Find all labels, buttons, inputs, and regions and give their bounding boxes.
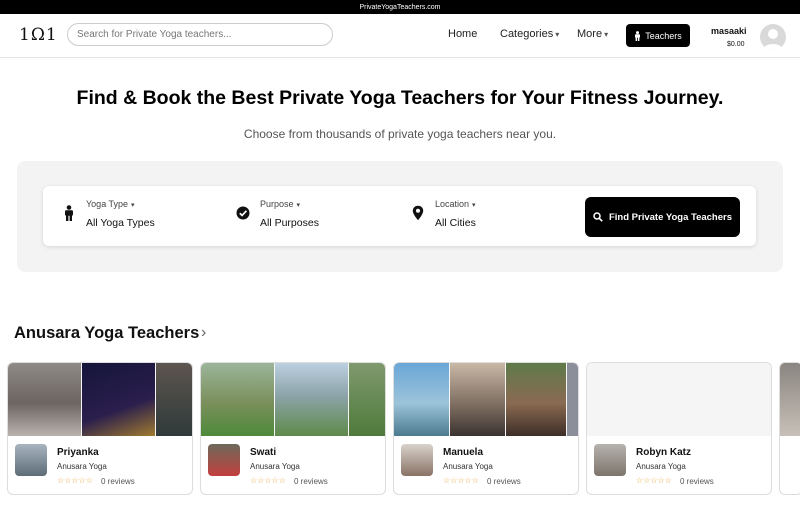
nav-home[interactable]: Home <box>448 28 477 40</box>
user-avatar-icon <box>763 29 783 50</box>
teacher-card[interactable]: Manuela Anusara Yoga ☆☆☆☆☆ 0 reviews <box>393 362 579 495</box>
filter-purpose[interactable]: Purpose ▾ All Purposes <box>236 186 386 246</box>
teacher-photo <box>450 363 505 436</box>
user-name[interactable]: masaaki <box>711 26 747 36</box>
teacher-name: Manuela <box>443 447 484 458</box>
check-circle-icon <box>236 206 250 220</box>
filter-value: All Yoga Types <box>86 217 155 229</box>
search-icon <box>593 212 603 222</box>
rating-stars-icon: ☆☆☆☆☆ <box>443 476 479 485</box>
chevron-down-icon: ▾ <box>604 30 609 39</box>
teacher-photo <box>82 363 155 436</box>
site-logo[interactable]: 1Ω1 <box>19 25 58 45</box>
teacher-style: Anusara Yoga <box>636 462 686 471</box>
chevron-down-icon: ▾ <box>472 202 476 209</box>
teacher-style: Anusara Yoga <box>250 462 300 471</box>
teacher-photo <box>780 363 800 436</box>
filter-yoga-type[interactable]: Yoga Type ▾ All Yoga Types <box>62 186 212 246</box>
teacher-photos <box>394 363 578 436</box>
avatar[interactable] <box>760 24 786 50</box>
chevron-right-icon[interactable]: › <box>201 324 206 342</box>
teacher-photo <box>394 363 449 436</box>
teacher-photo <box>349 363 385 436</box>
filter-label: Yoga Type ▾ <box>86 199 135 209</box>
teacher-avatar <box>401 444 433 476</box>
nav-categories-label: Categories <box>500 28 554 40</box>
filter-value: All Cities <box>435 217 476 229</box>
find-teachers-button[interactable]: Find Private Yoga Teachers <box>585 197 740 237</box>
rating-stars-icon: ☆☆☆☆☆ <box>250 476 286 485</box>
review-count: 0 reviews <box>101 477 135 486</box>
filter-bar: Yoga Type ▾ All Yoga Types Purpose ▾ All P… <box>43 186 756 246</box>
teacher-card[interactable]: Swati Anusara Yoga ☆☆☆☆☆ 0 reviews <box>200 362 386 495</box>
filter-value: All Purposes <box>260 217 319 229</box>
location-pin-icon <box>412 205 424 221</box>
chevron-down-icon: ▾ <box>131 202 135 209</box>
teacher-avatar <box>594 444 626 476</box>
page-title: Find & Book the Best Private Yoga Teache… <box>76 87 724 109</box>
filter-label: Purpose ▾ <box>260 199 301 209</box>
rating-stars-icon: ☆☆☆☆☆ <box>57 476 93 485</box>
teachers-button-label: Teachers <box>645 30 682 41</box>
teacher-photos <box>587 363 771 436</box>
section-title[interactable]: Anusara Yoga Teachers <box>14 324 199 343</box>
chevron-down-icon: ▾ <box>296 202 301 209</box>
teacher-name: Robyn Katz <box>636 447 691 458</box>
nav-categories[interactable]: Categories ▾ <box>500 28 559 40</box>
review-count: 0 reviews <box>294 477 328 486</box>
teacher-photo <box>8 363 81 436</box>
filter-label: Location ▾ <box>435 199 476 209</box>
teacher-photo <box>567 363 578 436</box>
teacher-card-partial[interactable] <box>779 362 800 495</box>
teacher-style: Anusara Yoga <box>57 462 107 471</box>
find-teachers-button-label: Find Private Yoga Teachers <box>608 211 733 223</box>
page-subtitle: Choose from thousands of private yoga te… <box>243 127 557 141</box>
review-count: 0 reviews <box>680 477 714 486</box>
teacher-avatar <box>208 444 240 476</box>
teacher-name: Priyanka <box>57 447 99 458</box>
rating-stars-icon: ☆☆☆☆☆ <box>636 476 672 485</box>
teacher-name: Swati <box>250 447 277 458</box>
teacher-photo <box>201 363 274 436</box>
search-input[interactable] <box>67 23 333 46</box>
teacher-photos <box>8 363 192 436</box>
teacher-avatar <box>15 444 47 476</box>
user-balance: $0.00 <box>727 41 745 48</box>
teachers-button[interactable]: Teachers <box>626 24 690 47</box>
teacher-photos <box>201 363 385 436</box>
site-header: 1Ω1 Home Categories▾ More▾ Teachers masa… <box>0 14 800 58</box>
teacher-style: Anusara Yoga <box>443 462 493 471</box>
teacher-card[interactable]: Priyanka Anusara Yoga ☆☆☆☆☆ 0 reviews <box>7 362 193 495</box>
review-count: 0 reviews <box>487 477 521 486</box>
teacher-photo <box>275 363 348 436</box>
nav-more[interactable]: More ▾ <box>577 28 608 40</box>
chevron-down-icon: ▾ <box>555 30 560 39</box>
filter-location[interactable]: Location ▾ All Cities <box>411 186 561 246</box>
nav-more-label: More <box>577 28 603 40</box>
person-icon <box>635 30 641 41</box>
teacher-photo <box>156 363 192 436</box>
person-icon <box>65 205 73 221</box>
teacher-card[interactable]: Robyn Katz Anusara Yoga ☆☆☆☆☆ 0 reviews <box>586 362 772 495</box>
teacher-photo <box>506 363 566 436</box>
nav-home-label: Home <box>448 28 478 40</box>
site-banner: PrivateYogaTeachers.com <box>0 0 800 14</box>
